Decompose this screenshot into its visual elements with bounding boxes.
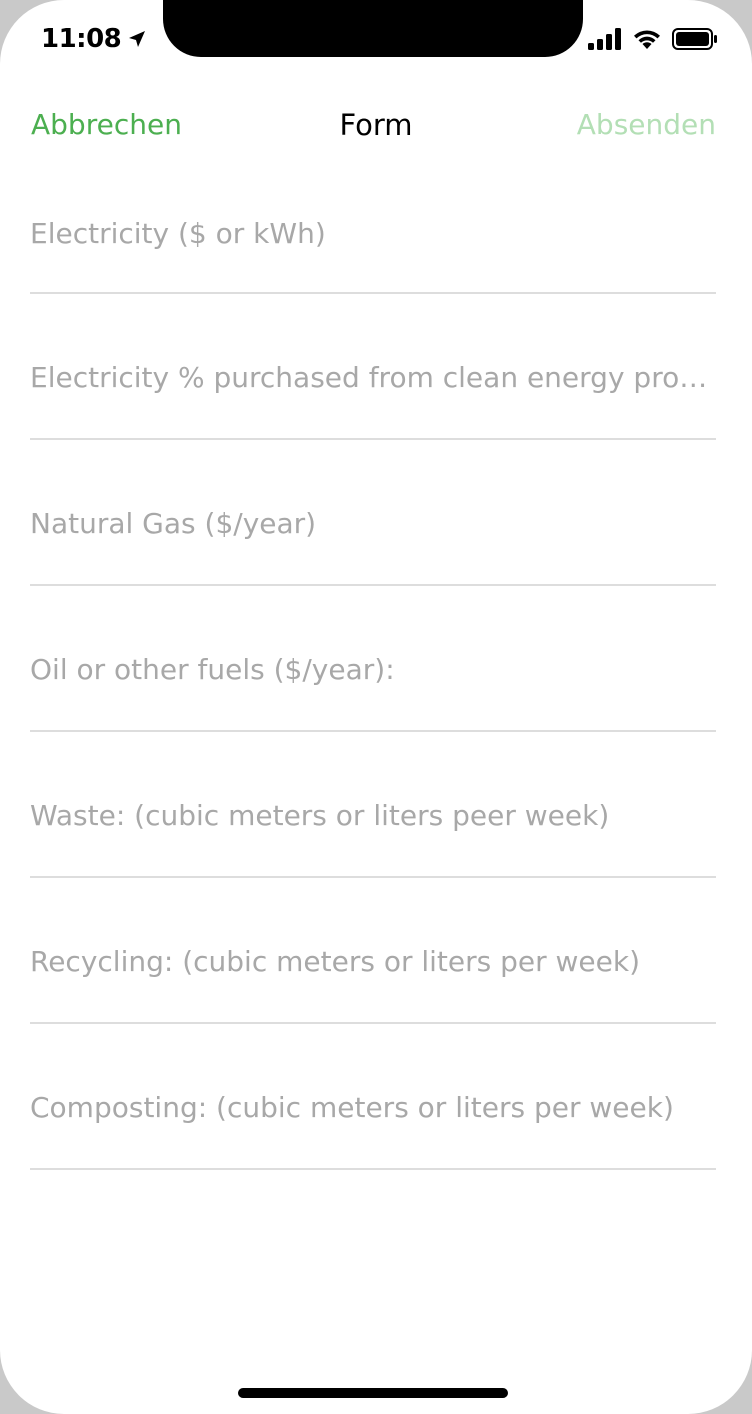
wifi-icon (634, 30, 660, 49)
status-bar-icons (588, 28, 718, 50)
time-label: 11:08 (41, 24, 122, 54)
waste-input[interactable] (30, 792, 716, 838)
recycling-input[interactable] (30, 938, 716, 984)
location-arrow-icon (129, 31, 146, 47)
signal-icon (588, 28, 621, 50)
clean-energy-percent-input[interactable] (30, 354, 716, 400)
natural-gas-input[interactable] (30, 500, 716, 546)
carbon-form (30, 148, 716, 1170)
home-indicator[interactable] (238, 1388, 508, 1398)
form-field-composting (30, 1024, 716, 1170)
form-field-recycling (30, 878, 716, 1024)
submit-button[interactable]: Absenden (577, 108, 716, 141)
battery-icon (672, 28, 717, 50)
form-field-clean-energy (30, 294, 716, 440)
status-bar-time: 11:08 (41, 24, 147, 54)
form-field-electricity (30, 148, 716, 294)
form-field-natural-gas (30, 440, 716, 586)
notch (163, 0, 583, 57)
form-field-oil (30, 586, 716, 732)
oil-fuels-input[interactable] (30, 646, 716, 692)
phone-screen: 11:08 Abbrechen Form Absenden (0, 0, 752, 1414)
composting-input[interactable] (30, 1084, 716, 1130)
cancel-button[interactable]: Abbrechen (31, 108, 182, 141)
form-field-waste (30, 732, 716, 878)
electricity-input[interactable] (30, 210, 716, 256)
